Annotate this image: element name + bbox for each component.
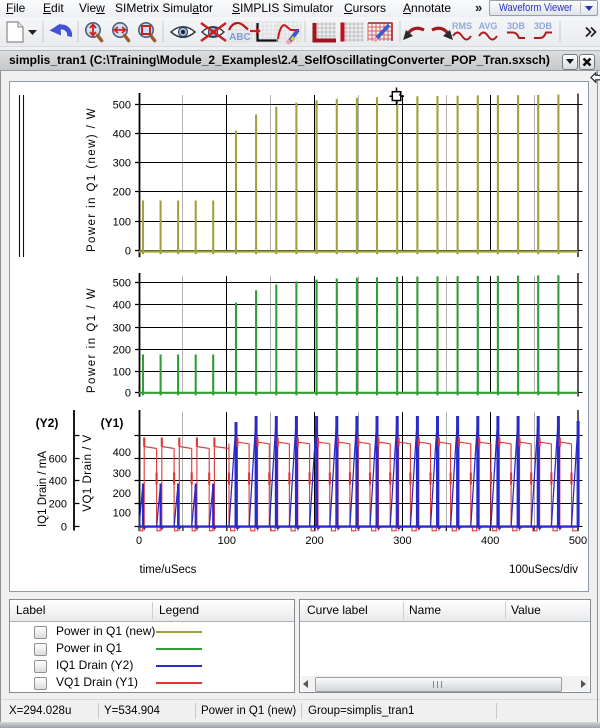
- svg-text:Power in Q1 (new) / W: Power in Q1 (new) / W: [86, 107, 98, 252]
- svg-text:500: 500: [113, 100, 131, 112]
- svg-text:200: 200: [113, 187, 131, 199]
- svg-text:500: 500: [113, 278, 131, 290]
- svg-text:200: 200: [113, 345, 131, 357]
- svg-text:(Y1): (Y1): [101, 416, 124, 430]
- svg-text:400: 400: [113, 300, 131, 312]
- svg-text:400: 400: [113, 447, 131, 459]
- svg-text:400: 400: [481, 535, 499, 547]
- svg-text:Power in Q1 / W: Power in Q1 / W: [86, 287, 98, 393]
- svg-text:300: 300: [113, 158, 131, 170]
- svg-text:IQ1 Drain / mA: IQ1 Drain / mA: [37, 451, 49, 527]
- svg-text:time/uSecs: time/uSecs: [140, 564, 197, 576]
- svg-text:300: 300: [113, 323, 131, 335]
- svg-text:100: 100: [113, 508, 131, 520]
- svg-text:0: 0: [136, 535, 142, 547]
- svg-text:100: 100: [113, 367, 131, 379]
- svg-text:600: 600: [49, 454, 67, 466]
- svg-text:100uSecs/div: 100uSecs/div: [509, 564, 578, 576]
- svg-text:400: 400: [113, 129, 131, 141]
- svg-text:VQ1 Drain / V: VQ1 Drain / V: [82, 434, 94, 511]
- svg-text:300: 300: [113, 468, 131, 480]
- svg-text:200: 200: [49, 499, 67, 511]
- svg-text:0: 0: [125, 246, 131, 258]
- svg-text:100: 100: [113, 217, 131, 229]
- svg-text:500: 500: [569, 535, 587, 547]
- svg-text:100: 100: [218, 535, 236, 547]
- svg-text:300: 300: [393, 535, 411, 547]
- svg-text:0: 0: [61, 522, 67, 534]
- svg-text:200: 200: [305, 535, 323, 547]
- svg-text:(Y2): (Y2): [36, 416, 59, 430]
- svg-text:0: 0: [125, 388, 131, 400]
- svg-text:400: 400: [49, 476, 67, 488]
- svg-text:200: 200: [113, 488, 131, 500]
